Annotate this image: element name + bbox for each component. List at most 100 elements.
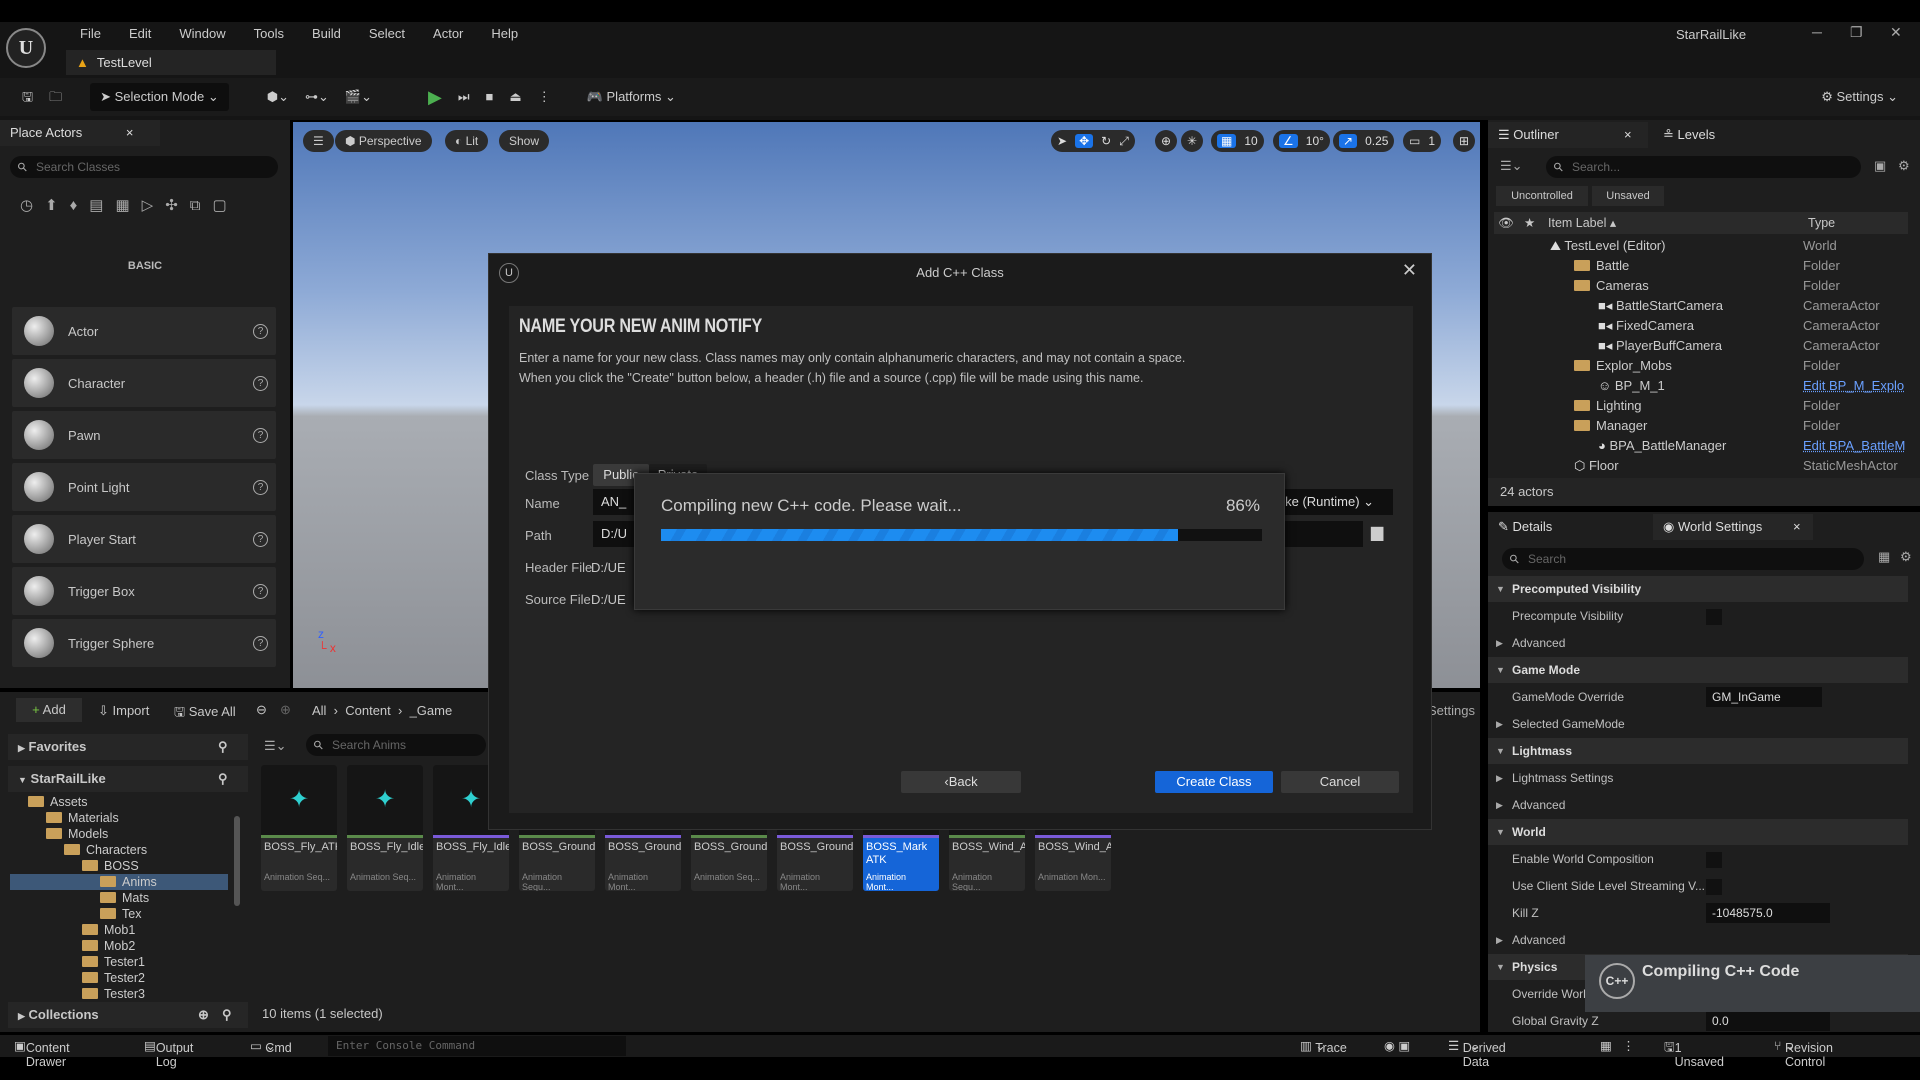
collapse-icon[interactable]: ▼ xyxy=(1496,954,1505,980)
expand-icon[interactable]: ▶ xyxy=(1496,765,1503,791)
tab-levels[interactable]: ≗ Levels xyxy=(1653,122,1715,148)
derived-data-dropdown[interactable]: ☰ Derived Data ⌄ xyxy=(1448,1038,1506,1069)
actor-item[interactable]: Character? xyxy=(12,359,276,407)
rotate-icon[interactable]: ↻ xyxy=(1101,134,1111,148)
crumb-content[interactable]: Content xyxy=(345,703,391,718)
details-category[interactable]: ▼ Game Mode xyxy=(1488,657,1908,683)
close-dialog-button[interactable]: ✕ xyxy=(1402,260,1417,281)
help-icon[interactable]: ? xyxy=(253,427,268,443)
actor-item[interactable]: Trigger Box? xyxy=(12,567,276,615)
outliner-row[interactable]: Cameras Folder xyxy=(1488,276,1920,296)
filter-icon[interactable]: ☰⌄ xyxy=(1500,158,1523,174)
details-property[interactable]: Enable World Composition xyxy=(1488,846,1908,872)
stats-icon[interactable]: ▦ ⋮ xyxy=(1600,1038,1635,1053)
outliner-row[interactable]: ■◂ PlayerBuffCamera CameraActor xyxy=(1488,336,1920,356)
perspective-button[interactable]: ⬢ Perspective xyxy=(335,130,432,152)
folder-tree-item[interactable]: Tester1 xyxy=(10,954,228,970)
folder-tree-item[interactable]: Mob1 xyxy=(10,922,228,938)
expand-icon[interactable]: ▶ xyxy=(1496,927,1503,953)
selection-mode-dropdown[interactable]: ➤ Selection Mode ⌄ xyxy=(90,83,229,111)
search-icon[interactable]: ⚲ xyxy=(222,1002,232,1028)
collapse-icon[interactable]: ▼ xyxy=(1496,657,1505,683)
item-label-column[interactable]: Item Label ▴ xyxy=(1548,212,1616,234)
outliner-search-input[interactable]: Search... xyxy=(1546,156,1861,178)
browse-icon[interactable]: 🗀 xyxy=(41,83,70,111)
property-value[interactable]: -1048575.0 xyxy=(1706,903,1830,923)
checkbox[interactable] xyxy=(1706,609,1722,625)
outliner-row[interactable]: ■◂ FixedCamera CameraActor xyxy=(1488,316,1920,336)
table-view-icon[interactable]: ▦ xyxy=(1878,549,1890,565)
save-icon[interactable]: 🖫 xyxy=(14,83,41,111)
search-icon[interactable]: ⚲ xyxy=(218,766,228,792)
select-icon[interactable]: ➤ xyxy=(1057,134,1067,148)
folder-tree-item[interactable]: Anims xyxy=(10,874,228,890)
collections-section[interactable]: ▶ Collections ⊕ ⚲ xyxy=(8,1002,248,1028)
output-log-button[interactable]: ▤ Output Log xyxy=(144,1038,193,1069)
outliner-row[interactable]: ⬡ Floor StaticMeshActor xyxy=(1488,456,1920,476)
actor-item[interactable]: Point Light? xyxy=(12,463,276,511)
search-anims-input[interactable]: Search Anims xyxy=(306,734,486,756)
layout-icon[interactable]: ⊞ xyxy=(1453,130,1476,152)
outliner-row[interactable]: ■◂ BattleStartCamera CameraActor xyxy=(1488,296,1920,316)
help-icon[interactable]: ? xyxy=(253,375,268,391)
cancel-button[interactable]: Cancel xyxy=(1281,771,1399,793)
scale-snap[interactable]: ↗ 0.25 xyxy=(1333,130,1395,152)
folder-tree-item[interactable]: Mob2 xyxy=(10,938,228,954)
folder-tree-item[interactable]: Tester2 xyxy=(10,970,228,986)
menu-edit[interactable]: Edit xyxy=(115,25,165,43)
menu-file[interactable]: File xyxy=(66,25,115,43)
blueprint-icon[interactable]: ⊶⌄ xyxy=(297,83,337,111)
forward-history-icon[interactable]: ⊕ xyxy=(280,702,291,718)
asset-tile[interactable]: ✦ BOSS_Fly_ATK Animation Seq... xyxy=(261,765,337,891)
cinematics-icon[interactable]: 🎬⌄ xyxy=(337,83,380,111)
expand-icon[interactable]: ▶ xyxy=(1496,630,1503,656)
help-icon[interactable]: ? xyxy=(253,531,268,547)
help-icon[interactable]: ? xyxy=(253,635,268,651)
step-icon[interactable]: ⏭ xyxy=(450,83,478,111)
world-local-icon[interactable]: ⊕ xyxy=(1155,130,1178,152)
settings-icon[interactable]: ⚙ xyxy=(1900,549,1912,565)
details-category[interactable]: ▼ World xyxy=(1488,819,1908,845)
folder-tree-item[interactable]: Materials xyxy=(10,810,228,826)
filter-icon[interactable]: ☰⌄ xyxy=(264,738,287,754)
row-type[interactable]: Edit BP_M_Explo xyxy=(1803,376,1904,396)
details-property[interactable]: Precompute Visibility xyxy=(1488,603,1908,629)
outliner-row[interactable]: ☺ BP_M_1 Edit BP_M_Explo xyxy=(1488,376,1920,396)
back-history-icon[interactable]: ⊖ xyxy=(256,702,267,718)
unsaved-filter[interactable]: Unsaved xyxy=(1592,186,1664,206)
folder-tree-item[interactable]: Characters xyxy=(10,842,228,858)
folder-tree-item[interactable]: Assets xyxy=(10,794,228,810)
menu-build[interactable]: Build xyxy=(298,25,355,43)
expand-icon[interactable]: ▶ xyxy=(1496,792,1503,818)
settings-dropdown[interactable]: ⚙ Settings ⌄ xyxy=(1813,83,1906,111)
menu-actor[interactable]: Actor xyxy=(419,25,477,43)
details-category[interactable]: ▼ Precomputed Visibility xyxy=(1488,576,1908,602)
folder-tree-item[interactable]: BOSS xyxy=(10,858,228,874)
asset-tile[interactable]: ✦ BOSS_Fly_Idle Animation Seq... xyxy=(347,765,423,891)
menu-help[interactable]: Help xyxy=(477,25,532,43)
play-icon[interactable]: ▶ xyxy=(420,83,450,111)
details-category[interactable]: ▼ Lightmass xyxy=(1488,738,1908,764)
console-input[interactable]: Enter Console Command xyxy=(328,1036,626,1056)
collapse-icon[interactable]: ▼ xyxy=(1496,738,1505,764)
trace-dropdown[interactable]: ▥ Trace ⌄ xyxy=(1300,1038,1347,1055)
outliner-row[interactable]: Explor_Mobs Folder xyxy=(1488,356,1920,376)
folder-tree-item[interactable]: Mats xyxy=(10,890,228,906)
help-icon[interactable]: ? xyxy=(253,583,268,599)
star-icon[interactable]: ★ xyxy=(1524,212,1535,234)
favorites-section[interactable]: ▶ Favorites ⚲ xyxy=(8,734,248,760)
details-property[interactable]: ▶ Advanced xyxy=(1488,792,1908,818)
actor-item[interactable]: Actor? xyxy=(12,307,276,355)
add-collection-icon[interactable]: ⊕ xyxy=(198,1002,209,1028)
menu-tools[interactable]: Tools xyxy=(240,25,298,43)
actor-item[interactable]: Pawn? xyxy=(12,411,276,459)
details-property[interactable]: Use Client Side Level Streaming V... xyxy=(1488,873,1908,899)
collapse-icon[interactable]: ▼ xyxy=(1496,819,1505,845)
details-property[interactable]: Kill Z -1048575.0 xyxy=(1488,900,1908,926)
type-column[interactable]: Type xyxy=(1808,212,1835,234)
stop-icon[interactable]: ■ xyxy=(478,83,502,111)
revision-control-dropdown[interactable]: ⑂ Revision Control ⌄ xyxy=(1774,1038,1833,1069)
details-search-input[interactable]: Search xyxy=(1502,548,1864,570)
tab-world-settings[interactable]: ◉ World Settings × xyxy=(1653,514,1813,540)
more-options-icon[interactable]: ⋮ xyxy=(530,83,559,111)
